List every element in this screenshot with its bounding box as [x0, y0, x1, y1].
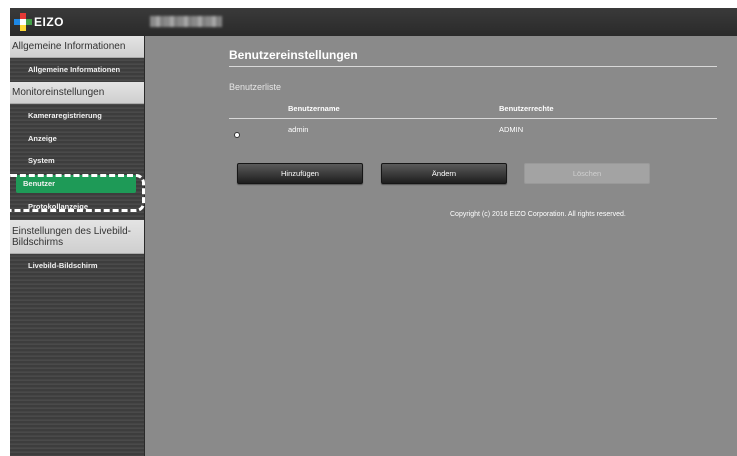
sidebar: Allgemeine Informationen Allgemeine Info…: [10, 36, 145, 456]
cell-username: admin: [288, 125, 309, 134]
sidebar-item-display[interactable]: Anzeige: [10, 129, 144, 149]
section-general-info[interactable]: Allgemeine Informationen: [10, 36, 144, 58]
eizo-logo: EIZO: [14, 12, 64, 32]
section-live-view-settings[interactable]: Einstellungen des Livebild-Bildschirms: [10, 220, 144, 254]
sidebar-item-system[interactable]: System: [10, 151, 144, 171]
brand-name: EIZO: [34, 15, 65, 29]
copyright-text: Copyright (c) 2016 EIZO Corporation. All…: [450, 211, 626, 218]
device-name-blurred: [150, 16, 222, 27]
cell-rights: ADMIN: [499, 125, 524, 134]
highlight-callout: [10, 174, 145, 212]
main-content: Benutzereinstellungen Benutzerliste Benu…: [145, 36, 737, 456]
column-header-rights: Benutzerrechte: [499, 104, 554, 113]
section-monitor-settings[interactable]: Monitoreinstellungen: [10, 82, 144, 104]
title-divider: [229, 66, 717, 67]
sidebar-item-live-view[interactable]: Livebild-Bildschirm: [10, 256, 144, 276]
app-window: EIZO Allgemeine Informationen Allgemeine…: [10, 8, 737, 456]
sidebar-item-camera-registration[interactable]: Kameraregistrierung: [10, 106, 144, 126]
row-select-radio[interactable]: [234, 132, 240, 138]
edit-button[interactable]: Ändern: [381, 163, 507, 184]
user-list-label: Benutzerliste: [229, 82, 282, 92]
column-header-username: Benutzername: [288, 104, 340, 113]
top-bar: EIZO: [10, 8, 737, 36]
sidebar-item-general-info[interactable]: Allgemeine Informationen: [10, 60, 144, 80]
page-title: Benutzereinstellungen: [229, 48, 358, 62]
table-header-divider: [229, 118, 717, 119]
eizo-logo-icon: [14, 13, 32, 31]
add-button[interactable]: Hinzufügen: [237, 163, 363, 184]
delete-button[interactable]: Löschen: [524, 163, 650, 184]
